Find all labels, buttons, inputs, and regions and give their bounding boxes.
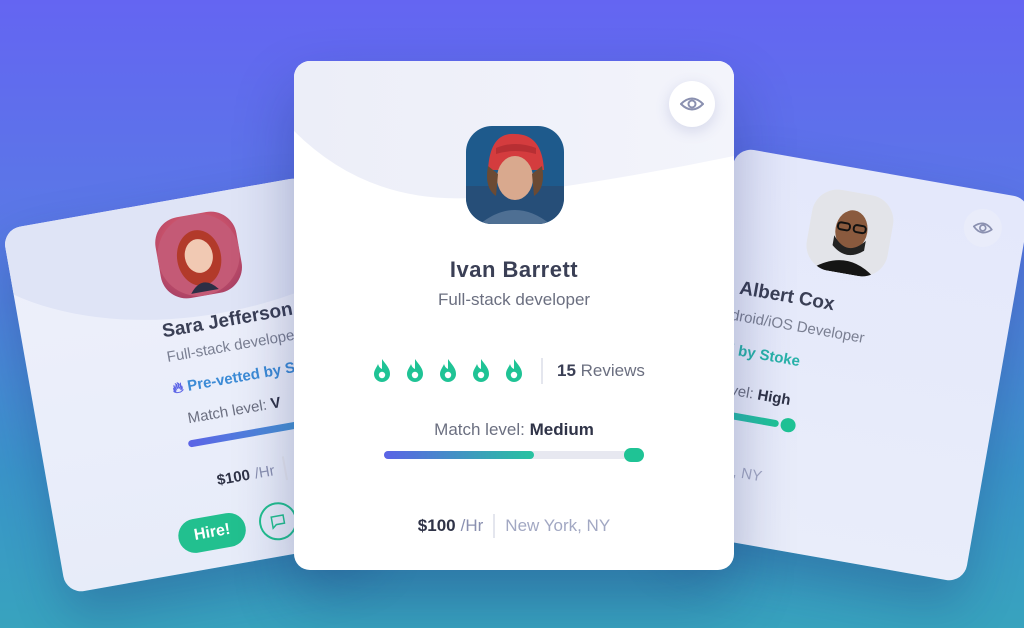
divider [541,358,543,384]
match-progress-fill [384,451,534,459]
chat-icon [270,514,286,530]
reviews-count: 15 Reviews [557,361,645,381]
match-progress-knob [624,448,644,462]
match-value: Medium [529,420,594,439]
price: $100 [215,466,252,489]
match-progress-knob [779,416,797,434]
candidate-name: Ivan Barrett [449,257,579,282]
view-button[interactable] [669,81,715,127]
candidate-role: Full-stack developer [437,290,591,309]
price-row: $100 /Hr New York, NY [294,514,734,538]
reviews-label: Reviews [580,361,645,380]
match-value: High [756,386,792,410]
flame-icon [374,359,390,382]
eye-icon [972,222,993,234]
price: $100 [417,516,456,535]
match-level: Match level: Medium [294,420,734,440]
divider [282,456,289,481]
flame-icon [506,359,522,382]
reviews-number: 15 [557,361,576,380]
match-progress-track [384,451,634,459]
avatar-ivan [466,126,564,224]
flame-icon [440,359,456,382]
match-label: Match level: [186,396,269,428]
flame-icon: 🔥︎ [171,378,185,398]
eye-icon [680,97,704,111]
match-value: V [269,394,283,413]
candidate-card-ivan[interactable]: Ivan Barrett Full-stack developer 15 Rev… [294,61,734,570]
match-label: Match level: [434,420,525,439]
match-level: Match level: V [186,394,282,427]
avatar-albert [802,185,898,281]
hire-button[interactable]: Hire! [175,510,249,556]
view-button[interactable] [960,205,1005,250]
price-unit: /Hr [253,461,276,482]
rating-row: 15 Reviews [372,358,645,384]
divider [493,514,496,538]
location: New York, NY [505,516,611,535]
candidate-role: Android/iOS Developer [711,303,866,347]
flame-icon [473,359,489,382]
price-unit: /Hr [460,516,484,535]
flame-icon [407,359,423,382]
